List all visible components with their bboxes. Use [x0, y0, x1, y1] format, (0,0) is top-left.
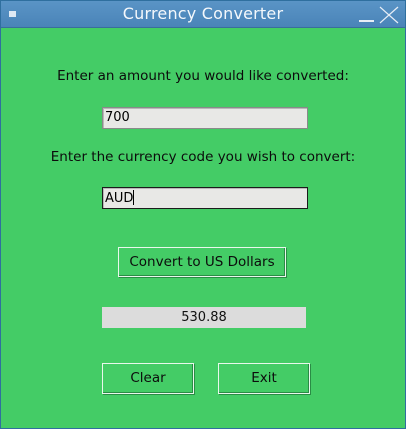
convert-button[interactable]: Convert to US Dollars	[118, 247, 286, 277]
amount-prompt: Enter an amount you would like converted…	[57, 68, 349, 84]
amount-input-value: 700	[105, 110, 130, 125]
exit-button[interactable]: Exit	[218, 363, 310, 394]
minimize-icon[interactable]	[359, 20, 374, 22]
amount-input[interactable]: 700	[102, 107, 308, 129]
currency-code-input-value: AUD	[105, 191, 134, 206]
window-title: Currency Converter	[122, 4, 284, 23]
app-window: Currency Converter Enter an amount you w…	[0, 0, 406, 429]
main-panel: Enter an amount you would like converted…	[1, 28, 405, 428]
text-caret	[133, 190, 135, 205]
title-bar[interactable]: Currency Converter	[1, 1, 405, 28]
clear-button[interactable]: Clear	[102, 363, 194, 394]
result-display: 530.88	[102, 307, 306, 328]
currency-code-input[interactable]: AUD	[102, 187, 308, 209]
currency-code-prompt: Enter the currency code you wish to conv…	[50, 149, 356, 165]
close-icon[interactable]	[379, 6, 399, 24]
